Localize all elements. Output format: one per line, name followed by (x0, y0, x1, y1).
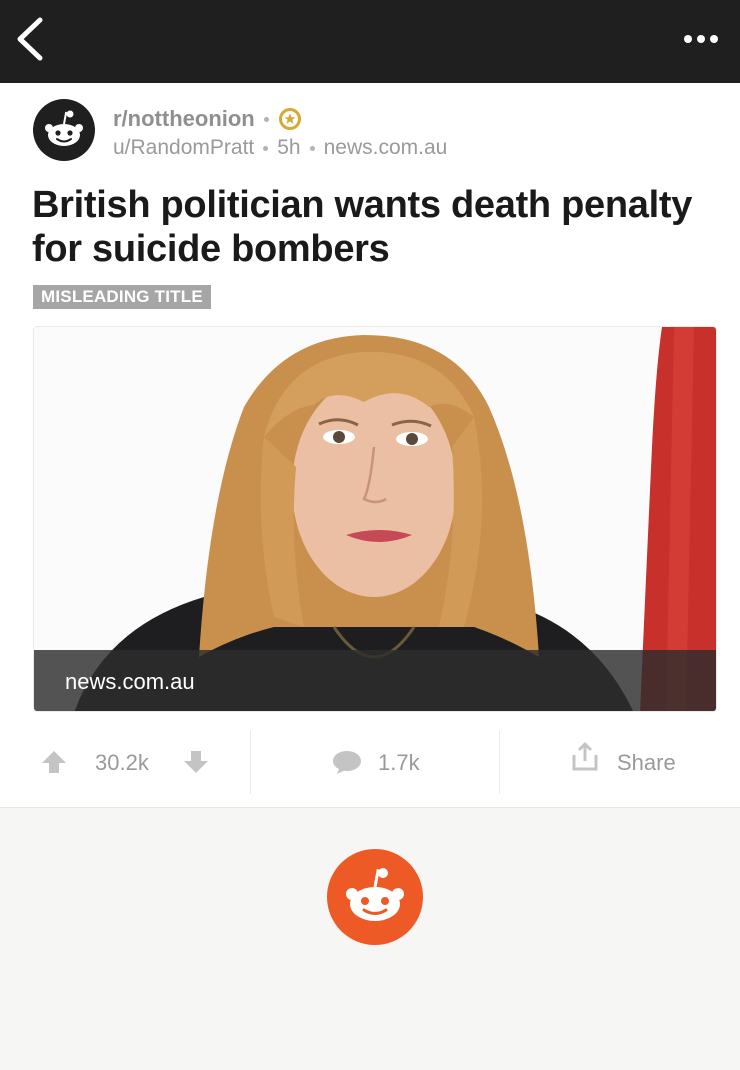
upvote-icon[interactable] (41, 750, 67, 774)
post-flair[interactable]: MISLEADING TITLE (33, 285, 211, 309)
snoo-icon (33, 99, 95, 161)
downvote-icon[interactable] (183, 750, 209, 774)
reddit-loading-logo (327, 849, 423, 945)
share-label: Share (617, 750, 676, 775)
post-meta-subreddit-row: r/nottheonion (113, 105, 301, 133)
link-thumbnail[interactable]: news.com.au (33, 326, 717, 712)
subreddit-avatar[interactable] (33, 99, 95, 161)
post-domain[interactable]: news.com.au (324, 136, 448, 160)
gold-award-icon (278, 108, 301, 130)
vote-score: 30.2k (95, 750, 149, 775)
back-button[interactable] (10, 14, 50, 66)
share-icon (572, 742, 598, 771)
separator-dot (263, 145, 269, 151)
post-card[interactable]: r/nottheonion u/RandomPratt 5h news.com.… (0, 83, 740, 808)
share-button[interactable]: Share (570, 736, 690, 784)
divider (499, 730, 500, 794)
more-horizontal-icon (684, 35, 718, 43)
post-action-bar: 30.2k 1.7k Share (0, 726, 740, 794)
comment-icon (333, 751, 361, 774)
author-link[interactable]: u/RandomPratt (113, 136, 254, 160)
more-options-button[interactable] (678, 26, 726, 52)
separator-dot (309, 145, 315, 151)
thumbnail-domain: news.com.au (65, 669, 195, 694)
post-meta-author-row: u/RandomPratt 5h news.com.au (113, 135, 447, 161)
comments-button[interactable]: 1.7k (330, 736, 430, 784)
subreddit-link[interactable]: r/nottheonion (113, 106, 255, 132)
thumbnail-caption-bar: news.com.au (34, 650, 716, 711)
post-title[interactable]: British politician wants death penalty f… (32, 183, 727, 271)
divider (250, 730, 251, 794)
separator-dot (263, 116, 269, 122)
reddit-logo-icon (327, 849, 423, 945)
comment-count: 1.7k (378, 750, 420, 775)
chevron-left-icon (17, 17, 43, 61)
post-age: 5h (277, 136, 301, 159)
top-app-bar (0, 0, 740, 83)
